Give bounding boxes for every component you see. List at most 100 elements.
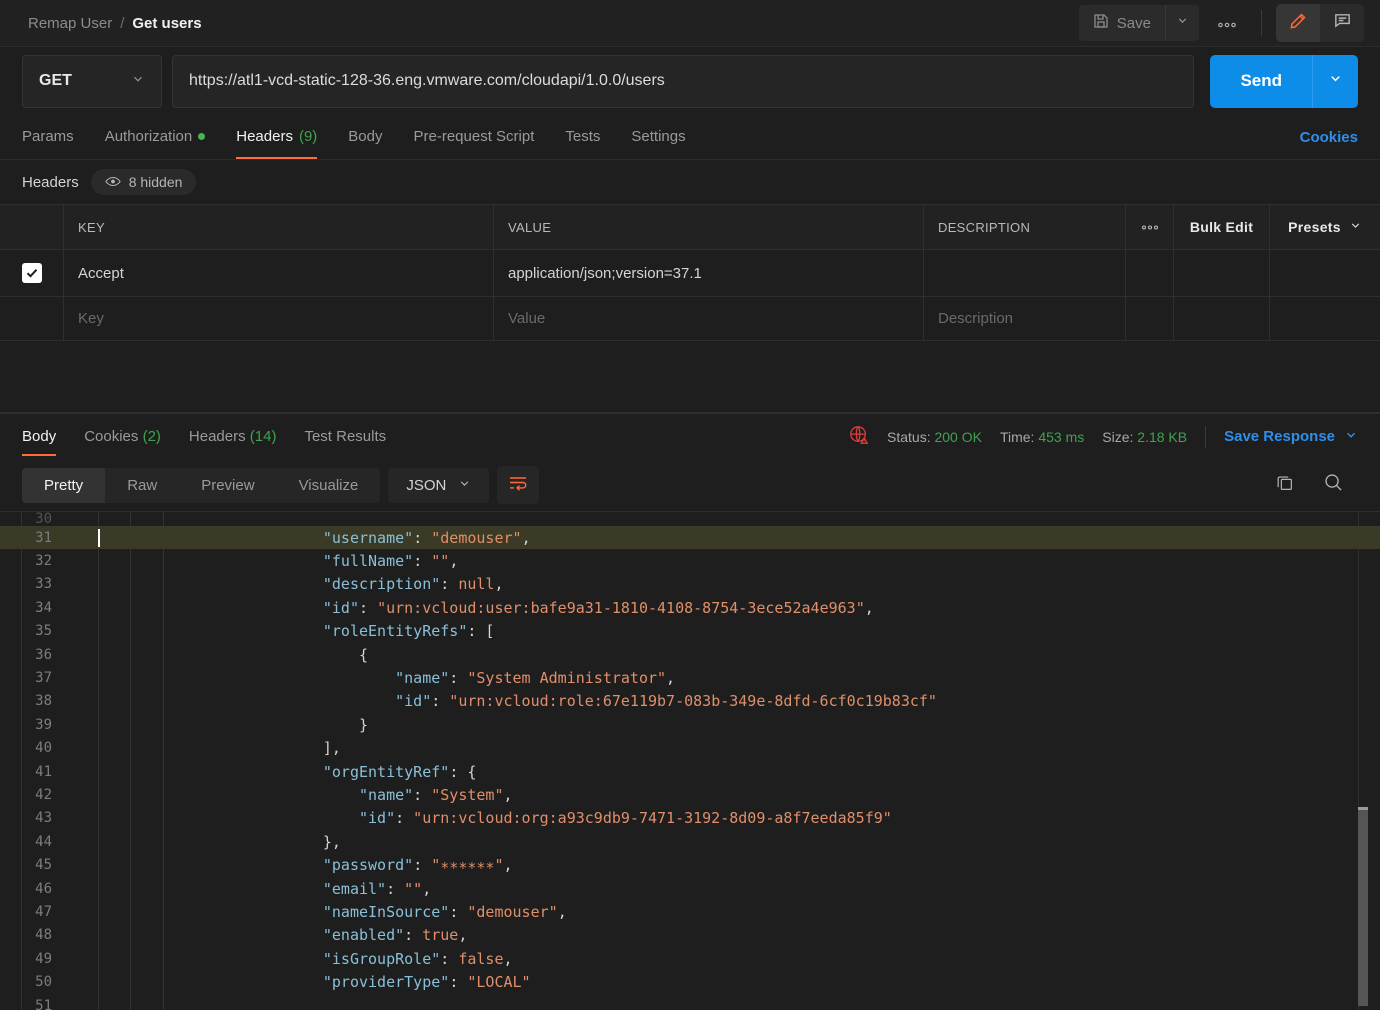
code-line: 34 "id": "urn:vcloud:user:bafe9a31-1810-… [0,596,1380,619]
header-enabled-checkbox-cell [0,250,64,296]
code-line: 46 "email": "", [0,877,1380,900]
header-enabled-checkbox[interactable] [21,263,42,283]
hidden-headers-toggle[interactable]: 8 hidden [90,169,197,195]
code-line: 50 "providerType": "LOCAL" [0,970,1380,993]
response-tab-count: (2) [138,428,161,445]
code-line: 45 "password": "∗∗∗∗∗∗", [0,853,1380,876]
column-header-key: KEY [64,205,494,249]
save-button[interactable]: Save [1079,5,1165,41]
presets-dropdown-button[interactable]: Presets [1270,205,1380,249]
save-dropdown-button[interactable] [1165,5,1199,41]
response-tab-label: Headers [188,428,246,445]
view-mode-pretty[interactable]: Pretty [22,467,106,503]
search-button[interactable] [1323,472,1344,498]
save-response-button[interactable]: Save Response [1224,428,1358,446]
view-mode-raw[interactable]: Raw [105,468,179,503]
line-number: 43 [35,810,52,827]
http-method-selector[interactable]: GET [22,54,162,108]
scrollbar-thumb[interactable] [1358,810,1368,1006]
response-tab-cookies[interactable]: Cookies (2) [84,415,161,458]
code-line-text: "orgEntityRef": { [322,762,477,781]
edit-pencil-button[interactable] [1276,4,1320,42]
response-tabs: Body Cookies (2) Headers (14) Test Results [22,415,414,458]
comment-button[interactable] [1320,4,1364,42]
chevron-down-icon [1328,71,1343,91]
view-mode-preview[interactable]: Preview [179,468,276,503]
header-value-cell[interactable]: application/json;version=37.1 [494,250,924,296]
tab-headers[interactable]: Headers (9) [236,116,318,159]
table-row[interactable]: Accept application/json;version=37.1 [0,250,1380,297]
new-header-key-input[interactable]: Key [64,297,494,340]
response-body-code-viewer[interactable]: 30 31 "username": "demouser", 32 "fullNam… [0,511,1380,1010]
headers-table: KEY VALUE DESCRIPTION Bulk Edit Presets [0,204,1380,413]
code-line: 40 ], [0,737,1380,760]
response-status-group: Status: 200 OK Time: 453 ms Size: 2.18 K… [849,425,1358,448]
chevron-down-icon [1349,219,1362,235]
code-line-text: "providerType": "LOCAL" [322,973,531,992]
tab-settings[interactable]: Settings [631,116,685,158]
checkmark-icon [26,269,37,278]
code-line-text [70,512,1380,526]
tab-label: Settings [631,128,686,145]
code-line: 48 "enabled": true, [0,924,1380,947]
toolbar-divider [1261,10,1262,36]
tab-pre-request-script[interactable]: Pre-request Script [414,116,535,158]
word-wrap-button[interactable] [497,466,540,504]
copy-button[interactable] [1275,473,1295,498]
code-line: 44 }, [0,830,1380,853]
code-line: 43 "id": "urn:vcloud:org:a93c9db9-7471-3… [0,807,1380,830]
line-number: 51 [35,997,52,1010]
tab-body[interactable]: Body [348,116,382,158]
tab-label: Headers [236,128,293,145]
header-key-cell[interactable]: Accept [64,250,494,296]
bulk-edit-button[interactable]: Bulk Edit [1174,205,1270,249]
status-divider [1205,425,1207,448]
header-select-all-cell [0,205,64,249]
tab-params[interactable]: Params [22,116,74,158]
tab-tests[interactable]: Tests [565,116,600,158]
new-header-description-input[interactable]: Description [924,297,1126,340]
response-tab-test-results[interactable]: Test Results [304,415,386,458]
code-line: 33 "description": null, [0,573,1380,596]
response-tab-body[interactable]: Body [22,415,57,458]
new-header-value-input[interactable]: Value [494,297,924,340]
line-number: 30 [35,512,52,526]
code-line: 51 [0,994,1380,1010]
search-icon [1325,474,1342,491]
view-mode-visualize[interactable]: Visualize [277,468,381,503]
code-line-text: "name": "System Administrator", [395,669,676,688]
copy-icon [1277,476,1292,490]
headers-table-empty-area [0,341,1380,413]
response-tab-headers[interactable]: Headers (14) [189,415,277,458]
code-line-text: "username": "demouser", [322,528,531,547]
line-number: 39 [35,716,52,733]
breadcrumb-parent[interactable]: Remap User [28,15,112,32]
header-description-cell[interactable] [924,250,1126,296]
new-header-row[interactable]: Key Value Description [0,297,1380,341]
request-url-input[interactable]: https://atl1-vcd-static-128-36.eng.vmwar… [172,54,1195,108]
line-number: 33 [35,576,52,593]
chevron-down-icon [1176,14,1189,32]
code-line: 42 "name": "System", [0,783,1380,806]
tab-label: Params [22,128,74,145]
code-line-text: "enabled": true, [322,926,468,945]
more-options-button[interactable] [1207,5,1247,41]
postman-window: Remap User / Get users Save GET https://… [0,0,1380,1010]
response-format-selector[interactable]: JSON [388,467,490,503]
send-button[interactable]: Send [1210,54,1312,108]
row-bulk-spacer [1174,250,1270,296]
column-header-value: VALUE [494,205,924,249]
tab-authorization[interactable]: Authorization [105,116,206,158]
tab-label: Body [348,128,383,145]
authorization-status-dot [198,133,206,140]
headers-table-options-button[interactable] [1126,205,1174,249]
code-line: 36 { [0,643,1380,666]
line-number: 44 [35,833,52,850]
send-dropdown-button[interactable] [1312,54,1358,108]
network-warning-icon[interactable] [849,425,869,448]
top-toolbar: Remap User / Get users Save [0,0,1380,47]
line-number: 46 [35,880,52,897]
cookies-link[interactable]: Cookies [1300,129,1358,146]
line-number: 49 [35,950,52,967]
code-line-text: }, [322,832,341,851]
